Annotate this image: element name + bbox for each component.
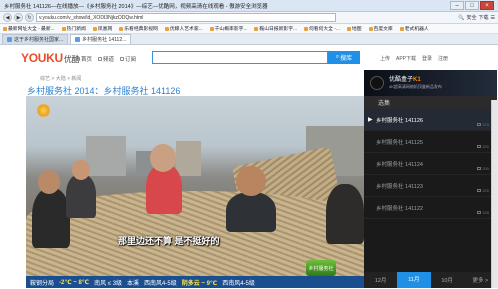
episode-item[interactable]: 乡村服务社 141122 155 (364, 197, 497, 219)
favorite-item[interactable]: 热门新闻 (61, 25, 86, 32)
page-content: YOUKU优酷 首页 频道 订阅 ⌕ 搜库 上传 APP下载 登录 注册 综艺 >… (0, 45, 498, 289)
bookmark-icon (3, 26, 7, 31)
login-link[interactable]: 登录 (422, 55, 432, 62)
bookmark-icon (92, 26, 97, 31)
episode-item[interactable]: 乡村服务社 141123 200 (364, 175, 497, 197)
ad-banner[interactable]: 优酷盒子K1 4K超高清网络机顶盒新品发布 (364, 70, 497, 96)
address-bar[interactable]: v.youku.com/v_show/id_XODI3NjkzODQw.html (36, 13, 336, 22)
upload-link[interactable]: 上传 (380, 55, 390, 62)
favorite-item[interactable]: 老式机器人 (399, 25, 429, 32)
bookmark-icon (119, 26, 124, 31)
weather-ticker: 鞍钢分局 -2℃ ~ 8℃ 南风 ≤ 3级 本溪 西南风4-5级 阴多云 ~ 9… (26, 276, 364, 288)
page-icon (7, 37, 12, 42)
close-icon[interactable]: × (480, 1, 494, 10)
bookmark-icon (61, 26, 66, 31)
nav-channel[interactable]: 频道 (98, 55, 114, 63)
bookmark-icon (368, 26, 373, 31)
navigation-bar: ◀ ▶ ↻ v.youku.com/v_show/id_XODI3NjkzODQ… (0, 12, 498, 24)
home-icon (76, 57, 80, 61)
favorite-item[interactable]: 何看何大全 -... (303, 25, 340, 32)
menu-icon[interactable]: ☰ (491, 15, 495, 21)
channel-logo-icon (37, 104, 50, 117)
tab-bar: 这于乡村服务社国家... 乡村服务社 14112... (0, 34, 498, 45)
comment-icon (477, 145, 482, 148)
video-player[interactable]: 那里边还不算 是不挺好的 乡村服务社 鞍钢分局 -2℃ ~ 8℃ 南风 ≤ 3级… (26, 96, 364, 288)
user-links: 上传 APP下载 登录 注册 (380, 55, 448, 62)
tab-month-11[interactable]: 11月 (397, 272, 431, 288)
bookmark-icon (303, 26, 308, 31)
grid-icon (98, 57, 103, 61)
window-titlebar: 乡村服务社 141126—在线播放—《乡村服务社 2014》—综艺—优酷网，视频… (0, 0, 498, 12)
register-link[interactable]: 注册 (438, 55, 448, 62)
favorite-item[interactable]: 千山概率影字... (209, 25, 247, 32)
youku-logo[interactable]: YOUKU优酷 (21, 51, 80, 65)
tab-related[interactable]: 这于乡村服务社国家... (2, 34, 69, 44)
page-scrollbar[interactable] (491, 100, 498, 288)
favorite-item[interactable]: 鞍山日报新影字... (254, 25, 297, 32)
window-title: 乡村服务社 141126—在线播放—《乡村服务社 2014》—综艺—优酷网，视频… (4, 3, 268, 10)
favorite-item[interactable]: 最新网址大全 - 最新... (3, 25, 55, 32)
episode-sidebar: 选集 ▶ 乡村服务社 141126 215 乡村服务社 141125 200 乡… (364, 96, 497, 288)
page-icon (75, 37, 81, 42)
favorite-item[interactable]: 优鲸人艺术家... (164, 25, 203, 32)
forward-icon[interactable]: ▶ (14, 13, 23, 22)
comment-icon (477, 189, 482, 192)
security-button[interactable]: 安全 (466, 14, 476, 21)
play-icon: ▶ (368, 117, 373, 123)
nav-home[interactable]: 首页 (76, 55, 92, 63)
favorite-item[interactable]: 地图 (346, 25, 362, 32)
tab-month-12[interactable]: 12月 (364, 276, 397, 284)
comment-icon (477, 167, 482, 170)
episodes-tab[interactable]: 选集 (364, 96, 497, 109)
favorite-item[interactable]: 乐看经典影视网 (119, 25, 158, 32)
favorites-bar: 最新网址大全 - 最新... 热门新闻 凤凰网 乐看经典影视网 优鲸人艺术家..… (0, 24, 498, 34)
back-icon[interactable]: ◀ (3, 13, 12, 22)
search-button[interactable]: ⌕ 搜库 (328, 51, 360, 64)
minimize-icon[interactable]: – (450, 1, 464, 10)
favorite-item[interactable]: 凤凰网 (92, 25, 112, 32)
bookmark-icon (254, 26, 259, 31)
breadcrumb[interactable]: 综艺 > 大陆 > 新闻 (40, 75, 81, 82)
tab-month-10[interactable]: 10月 (431, 276, 464, 284)
search-icon: ⌕ (335, 54, 340, 60)
episode-item[interactable]: 乡村服务社 141124 200 (364, 153, 497, 175)
download-button[interactable]: 下载 (479, 14, 489, 21)
bookmark-icon (209, 26, 214, 31)
episode-item[interactable]: ▶ 乡村服务社 141126 215 (364, 109, 497, 131)
search-input[interactable] (152, 51, 328, 64)
tv-box-icon (370, 76, 384, 90)
subscribe-icon (120, 57, 125, 61)
episode-item[interactable]: 乡村服务社 141125 200 (364, 131, 497, 153)
refresh-icon[interactable]: ↻ (25, 13, 34, 22)
comment-icon (477, 123, 482, 126)
bookmark-icon (346, 26, 351, 31)
maximize-icon[interactable]: □ (465, 1, 479, 10)
favorite-item[interactable]: 百度文库 (368, 25, 393, 32)
search-icon[interactable]: 🔍 (458, 15, 464, 21)
video-frame: 那里边还不算 是不挺好的 乡村服务社 (26, 96, 364, 276)
bookmark-icon (399, 26, 404, 31)
video-subtitle: 那里边还不算 是不挺好的 (118, 236, 220, 246)
comment-icon (477, 211, 482, 214)
month-tabs: 12月 11月 10月 更多 > (364, 272, 497, 288)
nav-subscribe[interactable]: 订阅 (120, 55, 136, 63)
bookmark-icon (164, 26, 169, 31)
program-logo: 乡村服务社 (306, 260, 336, 276)
tab-current[interactable]: 乡村服务社 14112... (70, 34, 132, 44)
site-nav: 首页 频道 订阅 (76, 55, 136, 63)
app-download-link[interactable]: APP下载 (396, 55, 416, 62)
